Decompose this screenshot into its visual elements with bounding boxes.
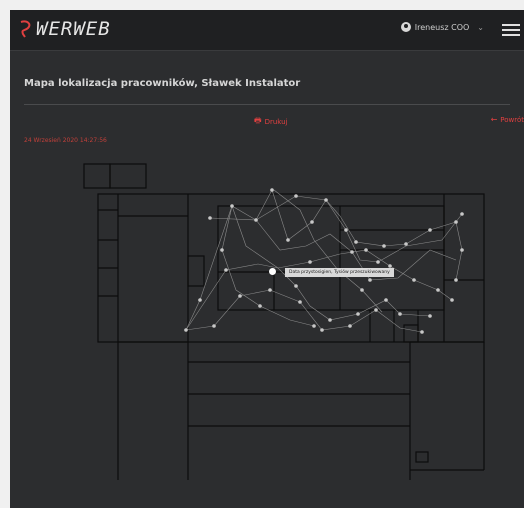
- user-menu[interactable]: Ireneusz COO ⌄: [400, 22, 484, 32]
- user-name: Ireneusz COO: [414, 22, 470, 32]
- top-navbar: WERWEB Ireneusz COO ⌄: [10, 10, 524, 50]
- location-tooltip: Data przystosigien, Tysiów przeszukiwowa…: [285, 268, 394, 277]
- arrow-left-icon: ←: [490, 115, 498, 124]
- user-avatar-icon: [400, 22, 411, 32]
- back-button[interactable]: ← Powrót: [491, 115, 524, 124]
- logo-text: WERWEB: [36, 18, 111, 40]
- print-label: Drukuj: [264, 118, 288, 126]
- back-label: Powrót: [500, 115, 524, 124]
- chevron-down-icon: ⌄: [477, 22, 484, 32]
- page-title: Mapa lokalizacja pracowników, Sławek Ins…: [24, 78, 301, 89]
- printer-icon: 🖶: [254, 116, 262, 125]
- print-button[interactable]: 🖶 Drukuj: [254, 115, 288, 129]
- header-divider: [10, 50, 524, 51]
- hamburger-icon[interactable]: [502, 20, 520, 40]
- title-divider: [24, 104, 510, 105]
- logo[interactable]: WERWEB: [18, 18, 111, 40]
- timestamp: 24 Wrzesień 2020 14:27:56: [24, 137, 107, 144]
- app-window: WERWEB Ireneusz COO ⌄ Mapa lokalizacja p…: [10, 10, 524, 508]
- location-marker[interactable]: [269, 268, 276, 275]
- floor-plan-map[interactable]: [10, 150, 524, 480]
- logo-mark-icon: [20, 20, 31, 38]
